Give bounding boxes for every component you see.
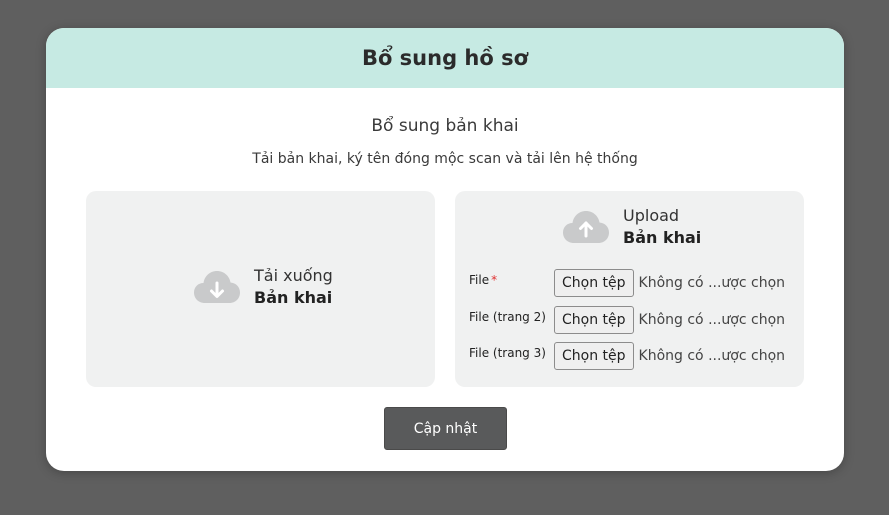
download-line2: Bản khai bbox=[254, 288, 333, 307]
upload-line1: Upload bbox=[623, 206, 680, 225]
upload-panel: Upload Bản khai File * Chọn tệp Không có … bbox=[455, 191, 804, 387]
section-title: Bổ sung bản khai bbox=[371, 116, 519, 136]
choose-file-button[interactable]: Chọn tệp bbox=[554, 269, 634, 297]
dialog-header: Bổ sung hồ sơ bbox=[46, 28, 844, 88]
upload-line2: Bản khai bbox=[623, 228, 702, 247]
upload-heading: Upload Bản khai bbox=[563, 205, 701, 249]
update-button[interactable]: Cập nhật bbox=[384, 407, 507, 450]
file-label-page-2: File (trang 2) bbox=[469, 310, 546, 324]
cloud-download-icon bbox=[194, 271, 240, 303]
file-input-row-page-2: File (trang 2) Chọn tệp Không có ...ược … bbox=[469, 306, 799, 334]
download-panel[interactable]: Tải xuống Bản khai bbox=[86, 191, 435, 387]
cloud-upload-icon bbox=[563, 211, 609, 243]
dialog-title: Bổ sung hồ sơ bbox=[361, 46, 529, 70]
file-status-page-3: Không có ...ược chọn bbox=[638, 348, 786, 364]
download-link[interactable]: Tải xuống Bản khai bbox=[194, 265, 333, 309]
file-label-page-3: File (trang 3) bbox=[469, 346, 546, 360]
download-line1: Tải xuống bbox=[254, 266, 333, 285]
file-input-row: File * Chọn tệp Không có ...ược chọn bbox=[469, 269, 799, 297]
file-status: Không có ...ược chọn bbox=[638, 275, 786, 291]
file-status-page-2: Không có ...ược chọn bbox=[638, 312, 786, 328]
file-input-row-page-3: File (trang 3) Chọn tệp Không có ...ược … bbox=[469, 342, 799, 370]
panels: Tải xuống Bản khai Upload Bản khai File … bbox=[86, 191, 804, 387]
choose-file-button-page-2[interactable]: Chọn tệp bbox=[554, 306, 634, 334]
choose-file-button-page-3[interactable]: Chọn tệp bbox=[554, 342, 634, 370]
required-mark: * bbox=[491, 273, 498, 287]
supplement-dialog: Bổ sung hồ sơ Bổ sung bản khai Tải bản k… bbox=[46, 28, 844, 471]
file-label: File bbox=[469, 273, 490, 287]
section-subtitle: Tải bản khai, ký tên đóng mộc scan và tả… bbox=[252, 151, 638, 167]
